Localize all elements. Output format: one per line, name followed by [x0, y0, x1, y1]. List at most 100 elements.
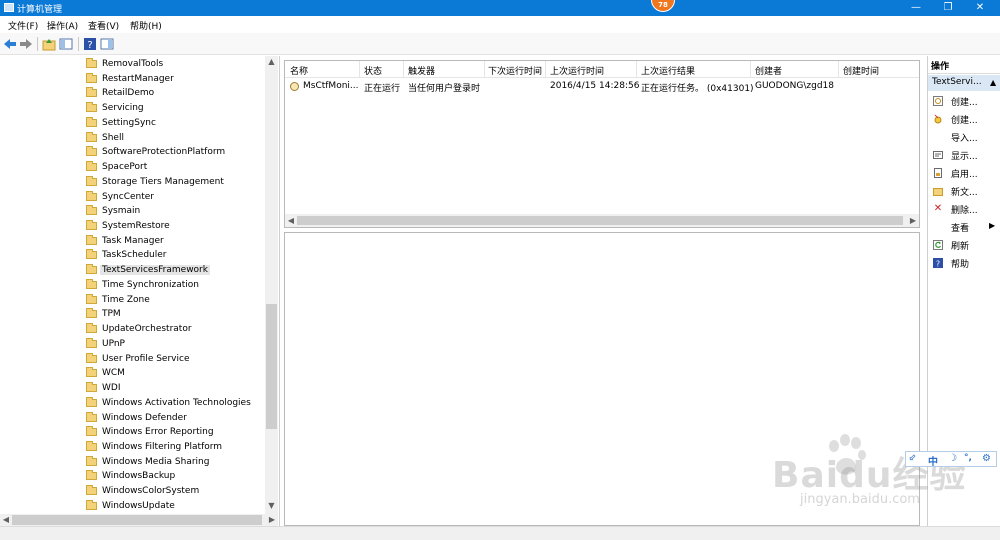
- tree-item[interactable]: TextServicesFramework: [86, 263, 210, 277]
- action-create-basic-task[interactable]: 创建...: [928, 93, 1000, 109]
- column-created[interactable]: 创建时间: [843, 64, 879, 77]
- back-icon[interactable]: [3, 37, 17, 51]
- tree-item[interactable]: Servicing: [86, 101, 144, 115]
- column-triggers[interactable]: 触发器: [408, 64, 435, 77]
- tree-item-label: Storage Tiers Management: [102, 176, 224, 187]
- delete-icon: ✕: [933, 203, 943, 214]
- title-bar: 计算机管理 78 — ❐ ✕: [0, 0, 1000, 16]
- notification-badge[interactable]: 78: [651, 0, 675, 12]
- tree-item[interactable]: Windows Error Reporting: [86, 425, 214, 439]
- show-hide-action-pane-icon[interactable]: [100, 37, 114, 51]
- scroll-thumb[interactable]: [12, 515, 262, 525]
- scroll-right-arrow[interactable]: ▶: [266, 514, 278, 526]
- folder-icon: [86, 87, 97, 98]
- menu-action[interactable]: 操作(A): [47, 19, 78, 32]
- column-last-run-result[interactable]: 上次运行结果: [641, 64, 695, 77]
- tree-item[interactable]: WindowsColorSystem: [86, 484, 199, 498]
- ime-expand-icon[interactable]: ⬃: [909, 453, 917, 463]
- scroll-left-arrow[interactable]: ◀: [285, 214, 297, 227]
- tree-item[interactable]: WDI: [86, 381, 120, 395]
- status-bar: [0, 526, 1000, 540]
- ime-halfwidth-icon[interactable]: ☽: [948, 453, 957, 464]
- tree-item[interactable]: Task Manager: [86, 234, 164, 248]
- scroll-down-arrow[interactable]: ▼: [265, 500, 278, 512]
- tree-item[interactable]: RestartManager: [86, 72, 174, 86]
- tree-item[interactable]: RemovalTools: [86, 57, 163, 71]
- tree-item[interactable]: UPnP: [86, 337, 125, 351]
- tree-item[interactable]: WCM: [86, 366, 125, 380]
- tree-item[interactable]: Windows Activation Technologies: [86, 396, 251, 410]
- create-basic-task-icon: [933, 96, 943, 106]
- menu-file[interactable]: 文件(F): [8, 19, 38, 32]
- up-folder-icon[interactable]: [42, 37, 56, 51]
- action-refresh[interactable]: 刷新: [928, 237, 1000, 253]
- folder-icon: [86, 293, 97, 304]
- action-enable-history[interactable]: 启用...: [928, 165, 1000, 181]
- action-create-task[interactable]: 创建...: [928, 111, 1000, 127]
- forward-icon[interactable]: [19, 37, 33, 51]
- tree-item[interactable]: WindowsUpdate: [86, 499, 175, 513]
- tree-item-label: WDI: [102, 383, 121, 394]
- folder-icon: [86, 146, 97, 157]
- task-list-horizontal-scrollbar[interactable]: ◀ ▶: [285, 214, 919, 227]
- tree-item[interactable]: Windows Defender: [86, 411, 187, 425]
- actions-title: 操作: [931, 62, 950, 72]
- scroll-right-arrow[interactable]: ▶: [907, 214, 919, 227]
- tree-horizontal-scrollbar[interactable]: ◀ ▶: [0, 514, 278, 526]
- action-view[interactable]: 查看 ▶: [928, 219, 1000, 235]
- action-delete-folder[interactable]: ✕ 删除...: [928, 201, 1000, 217]
- tree-vertical-scrollbar[interactable]: ▲ ▼: [265, 56, 278, 514]
- tree-item[interactable]: SettingSync: [86, 116, 156, 130]
- column-name[interactable]: 名称: [290, 64, 308, 77]
- tree-item[interactable]: Windows Filtering Platform: [86, 440, 222, 454]
- help-icon[interactable]: ?: [83, 37, 97, 51]
- show-hide-console-tree-icon[interactable]: [59, 37, 73, 51]
- tree-item-label: Servicing: [102, 103, 144, 114]
- folder-icon: [86, 58, 97, 68]
- tree-item[interactable]: SyncCenter: [86, 190, 154, 204]
- tree-item[interactable]: Windows Media Sharing: [86, 455, 209, 469]
- ime-settings-icon[interactable]: ⚙: [982, 453, 991, 464]
- scroll-thumb[interactable]: [297, 216, 903, 225]
- table-row[interactable]: MsCtfMoni... 正在运行 当任何用户登录时 2016/4/15 14:…: [285, 79, 919, 94]
- tree-item[interactable]: Shell: [86, 131, 124, 145]
- tree-item-label: WindowsUpdate: [102, 500, 175, 511]
- task-list-header: 名称 状态 触发器 下次运行时间 上次运行时间 上次运行结果 创建者 创建时间: [285, 61, 919, 78]
- tree-item[interactable]: Time Zone: [86, 293, 150, 307]
- tree-item[interactable]: SoftwareProtectionPlatform: [86, 145, 225, 159]
- minimize-button[interactable]: —: [901, 0, 931, 16]
- column-author[interactable]: 创建者: [755, 64, 782, 77]
- tree-item[interactable]: Storage Tiers Management: [86, 175, 224, 189]
- scroll-thumb[interactable]: [266, 304, 277, 429]
- action-display-running-tasks[interactable]: 显示...: [928, 147, 1000, 163]
- menu-help[interactable]: 帮助(H): [130, 19, 162, 32]
- maximize-button[interactable]: ❐: [933, 0, 963, 16]
- close-button[interactable]: ✕: [965, 0, 995, 16]
- tree-item[interactable]: TaskScheduler: [86, 248, 166, 262]
- action-new-folder[interactable]: 新文...: [928, 183, 1000, 199]
- tree-item[interactable]: TPM: [86, 307, 121, 321]
- menu-bar: 文件(F) 操作(A) 查看(V) 帮助(H): [0, 16, 1000, 33]
- column-next-run-time[interactable]: 下次运行时间: [488, 64, 542, 77]
- scroll-left-arrow[interactable]: ◀: [0, 514, 12, 526]
- window-title: 计算机管理: [17, 5, 63, 15]
- tree-item[interactable]: User Profile Service: [86, 352, 189, 366]
- ime-punctuation-icon[interactable]: °,: [964, 453, 972, 463]
- tree-item[interactable]: Time Synchronization: [86, 278, 199, 292]
- action-help[interactable]: ? 帮助: [928, 255, 1000, 271]
- scroll-up-arrow[interactable]: ▲: [265, 56, 278, 68]
- tree-item[interactable]: Sysmain: [86, 204, 140, 218]
- tree-item[interactable]: UpdateOrchestrator: [86, 322, 192, 336]
- collapse-icon[interactable]: ▲: [990, 78, 996, 87]
- tree-item[interactable]: SystemRestore: [86, 219, 170, 233]
- menu-view[interactable]: 查看(V): [88, 19, 119, 32]
- action-import-task[interactable]: 导入...: [928, 129, 1000, 145]
- folder-icon: [86, 367, 97, 378]
- tree-item[interactable]: SpacePort: [86, 160, 147, 174]
- column-status[interactable]: 状态: [364, 64, 382, 77]
- ime-mode-toggle[interactable]: 中: [928, 453, 938, 468]
- column-last-run-time[interactable]: 上次运行时间: [550, 64, 604, 77]
- tree-item[interactable]: RetailDemo: [86, 86, 154, 100]
- actions-section[interactable]: TextServi... ▲: [928, 75, 1000, 91]
- tree-item[interactable]: WindowsBackup: [86, 469, 175, 483]
